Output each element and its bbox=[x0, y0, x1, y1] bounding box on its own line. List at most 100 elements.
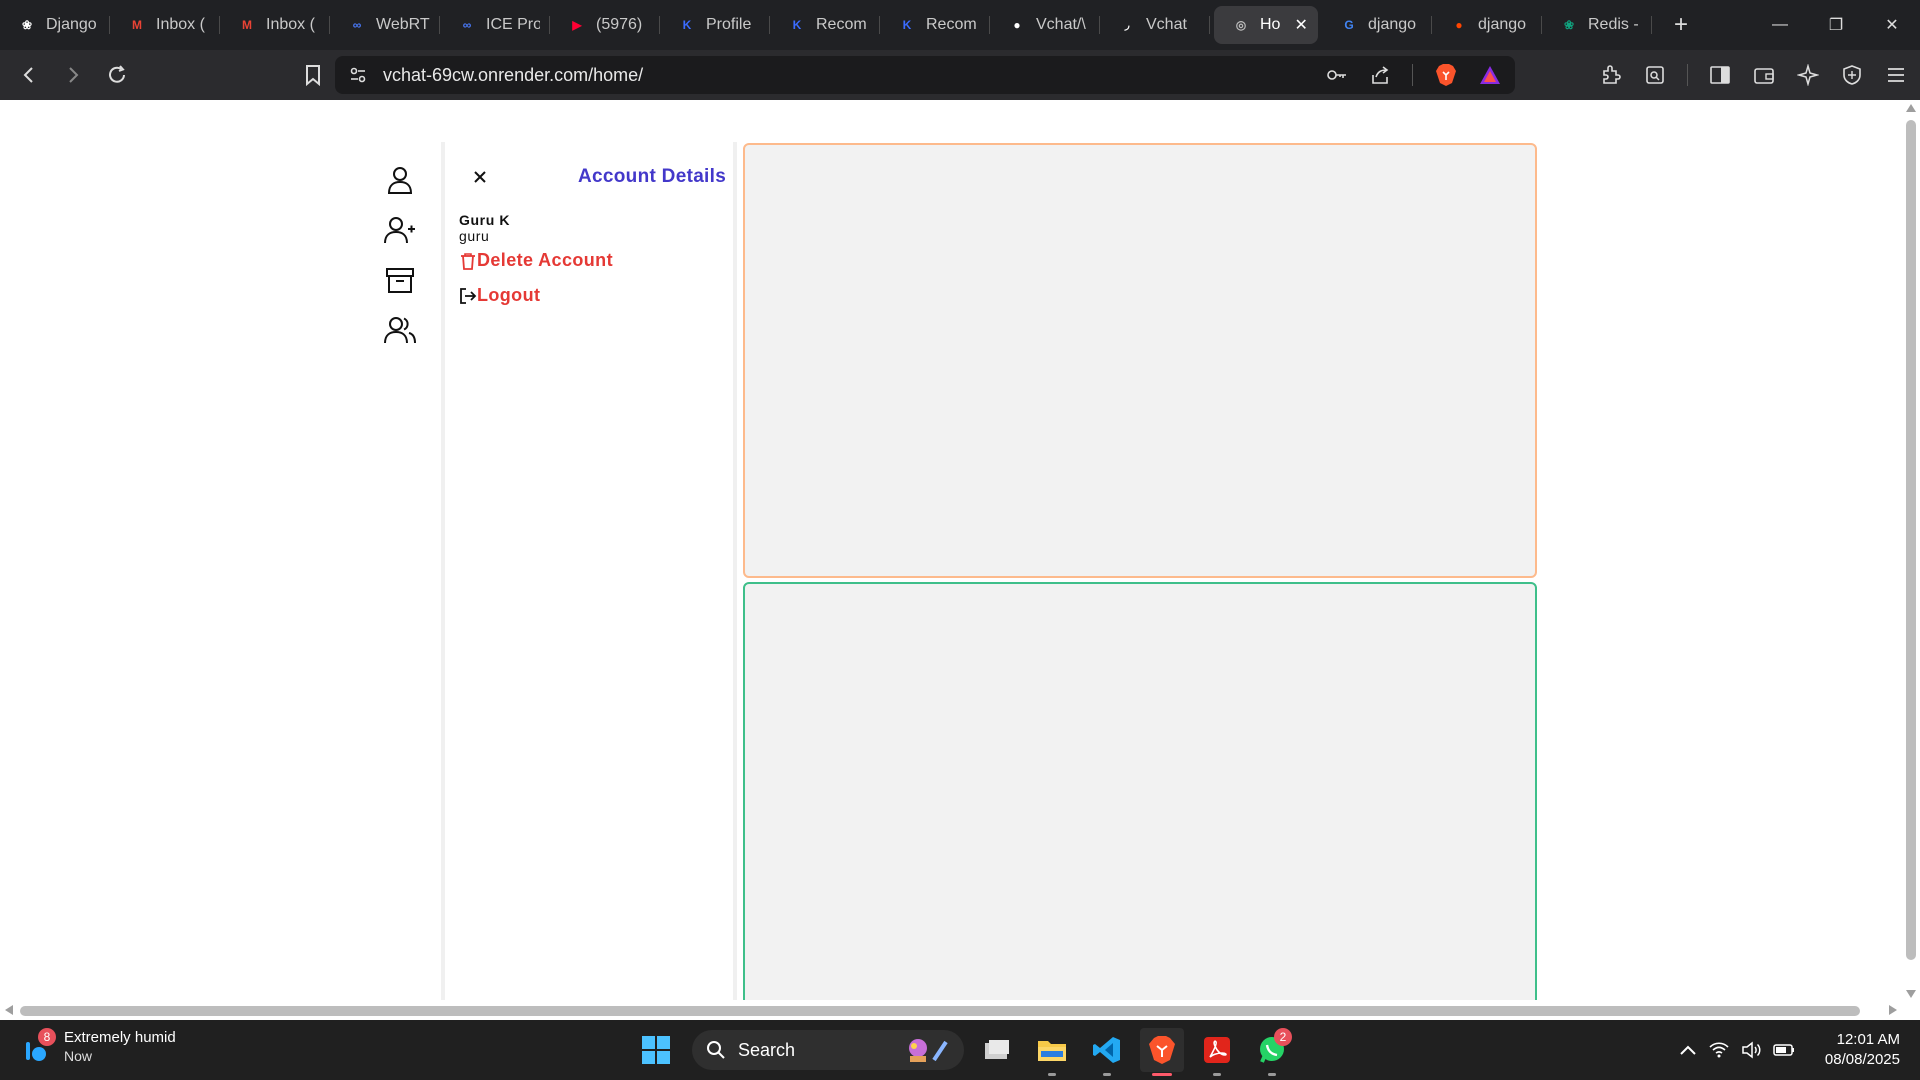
profile-button[interactable] bbox=[375, 155, 425, 205]
archive-icon bbox=[386, 268, 414, 293]
browser-tab[interactable]: ● django bbox=[1432, 6, 1542, 44]
wallet-icon[interactable] bbox=[1752, 63, 1776, 87]
reload-button[interactable] bbox=[98, 56, 136, 94]
friends-button[interactable] bbox=[375, 305, 425, 355]
horizontal-scrollbar[interactable] bbox=[0, 1000, 1902, 1020]
render-icon: ◞ bbox=[1124, 18, 1130, 32]
volume-icon[interactable] bbox=[1741, 1041, 1761, 1059]
clock-date: 08/08/2025 bbox=[1824, 1051, 1900, 1068]
battery-icon[interactable] bbox=[1773, 1042, 1795, 1058]
vpn-icon[interactable] bbox=[1840, 63, 1864, 87]
folder-icon bbox=[1038, 1041, 1066, 1061]
browser-tab[interactable]: ∞ WebRT bbox=[330, 6, 440, 44]
leo-ai-icon[interactable] bbox=[1796, 63, 1820, 87]
acrobat-button[interactable] bbox=[1195, 1028, 1239, 1076]
weather-widget[interactable]: 8 Extremely humid Now bbox=[20, 1028, 176, 1064]
close-panel-button[interactable] bbox=[469, 166, 491, 188]
task-view-button[interactable] bbox=[975, 1028, 1019, 1072]
windows-logo-icon bbox=[642, 1036, 670, 1064]
taskbar-apps: Search 2 bbox=[636, 1028, 1294, 1076]
archive-button[interactable] bbox=[375, 255, 425, 305]
start-button[interactable] bbox=[636, 1030, 676, 1070]
system-clock[interactable]: 12:01 AM 08/08/2025 bbox=[1825, 1030, 1900, 1070]
whatsapp-button[interactable]: 2 bbox=[1250, 1028, 1294, 1076]
logout-button[interactable]: Logout bbox=[459, 285, 540, 306]
account-details-panel: Account Details Guru K guru Delete Accou… bbox=[441, 142, 737, 1000]
close-window-icon[interactable]: ✕ bbox=[1864, 0, 1920, 50]
file-explorer-button[interactable] bbox=[1030, 1028, 1074, 1076]
tab-label: Inbox ( bbox=[266, 16, 315, 33]
user-plus-icon bbox=[384, 217, 415, 244]
brave-browser-button[interactable] bbox=[1140, 1028, 1184, 1076]
window-controls: — ❐ ✕ bbox=[1752, 0, 1920, 50]
restore-icon[interactable]: ❐ bbox=[1808, 0, 1864, 50]
browser-tab[interactable]: ❀ Redis - bbox=[1542, 6, 1652, 44]
chevron-up-icon[interactable] bbox=[1679, 1043, 1697, 1057]
browser-tab[interactable]: ∞ ICE Pro bbox=[440, 6, 550, 44]
add-friend-button[interactable] bbox=[375, 205, 425, 255]
browser-tab[interactable]: ❀ Django bbox=[0, 6, 110, 44]
delete-account-button[interactable]: Delete Account bbox=[459, 250, 613, 271]
youtube-icon: ▶ bbox=[572, 18, 582, 32]
reddit-icon: ● bbox=[1455, 18, 1463, 32]
reader-mode-icon[interactable] bbox=[1643, 63, 1667, 87]
brave-rewards-icon[interactable] bbox=[1479, 65, 1501, 85]
address-bar[interactable]: vchat-69cw.onrender.com/home/ bbox=[335, 56, 1515, 94]
tab-label: Profile bbox=[706, 16, 752, 33]
scroll-left-arrow-icon[interactable] bbox=[5, 1005, 13, 1015]
user-display-name: Guru K bbox=[459, 212, 511, 228]
bookmark-button[interactable] bbox=[294, 56, 332, 94]
tab-label: django bbox=[1368, 16, 1417, 33]
vscode-icon bbox=[1093, 1037, 1120, 1063]
kotlin-icon: K bbox=[792, 18, 802, 32]
system-tray: 12:01 AM 08/08/2025 bbox=[1679, 1020, 1900, 1080]
tab-label: Django bbox=[46, 16, 97, 33]
tab-label: Redis - bbox=[1588, 16, 1639, 33]
minimize-icon[interactable]: — bbox=[1752, 0, 1808, 50]
browser-tab[interactable]: K Profile bbox=[660, 6, 770, 44]
scroll-right-arrow-icon[interactable] bbox=[1889, 1005, 1897, 1015]
scroll-up-arrow-icon[interactable] bbox=[1906, 104, 1916, 112]
browser-toolbar: vchat-69cw.onrender.com/home/ bbox=[0, 50, 1920, 100]
browser-tab[interactable]: M Inbox ( bbox=[220, 6, 330, 44]
browser-tab[interactable]: ◎ Ho ✕ bbox=[1214, 6, 1318, 44]
browser-tab[interactable]: Gdjango bbox=[1322, 6, 1432, 44]
browser-tab[interactable]: ▶ (5976) bbox=[550, 6, 660, 44]
extensions-icon[interactable] bbox=[1599, 63, 1623, 87]
site-settings-icon[interactable] bbox=[349, 66, 367, 84]
horizontal-scroll-thumb[interactable] bbox=[20, 1006, 1860, 1016]
forward-button[interactable] bbox=[54, 56, 92, 94]
scroll-down-arrow-icon[interactable] bbox=[1906, 990, 1916, 998]
wifi-icon[interactable] bbox=[1709, 1041, 1729, 1059]
browser-tab[interactable]: ◞ Vchat bbox=[1100, 6, 1210, 44]
close-tab-icon[interactable]: ✕ bbox=[1294, 15, 1307, 35]
vertical-scroll-thumb[interactable] bbox=[1906, 120, 1916, 960]
brave-shields-icon[interactable] bbox=[1435, 63, 1457, 87]
menu-icon[interactable] bbox=[1884, 63, 1908, 87]
tab-label: (5976) bbox=[596, 16, 643, 33]
forward-arrow-icon bbox=[69, 67, 79, 83]
taskbar-search[interactable]: Search bbox=[692, 1030, 964, 1070]
tab-label: ICE Pro bbox=[486, 16, 540, 33]
back-arrow-icon bbox=[23, 67, 33, 83]
browser-tab[interactable]: M Inbox ( bbox=[110, 6, 220, 44]
browser-tab[interactable]: K Recom bbox=[770, 6, 880, 44]
back-button[interactable] bbox=[10, 56, 48, 94]
openai-icon: ❀ bbox=[1563, 18, 1575, 32]
password-key-icon[interactable] bbox=[1326, 67, 1348, 83]
globe-icon: ◎ bbox=[1235, 18, 1247, 32]
browser-tab[interactable]: ● Vchat/\ bbox=[990, 6, 1100, 44]
search-highlight-icon bbox=[909, 1039, 948, 1062]
sidebar-icon[interactable] bbox=[1708, 63, 1732, 87]
share-icon[interactable] bbox=[1370, 65, 1390, 85]
new-tab-button[interactable]: + bbox=[1666, 11, 1696, 39]
github-icon: ● bbox=[1013, 18, 1021, 32]
vertical-scrollbar[interactable] bbox=[1902, 100, 1920, 1000]
browser-tab[interactable]: K Recom bbox=[880, 6, 990, 44]
tab-label: django bbox=[1478, 16, 1527, 33]
vscode-button[interactable] bbox=[1085, 1028, 1129, 1076]
gmail-icon: M bbox=[132, 18, 142, 32]
url-text: vchat-69cw.onrender.com/home/ bbox=[383, 64, 644, 85]
tab-label: Vchat bbox=[1146, 16, 1187, 33]
tab-label: Recom bbox=[926, 16, 977, 33]
